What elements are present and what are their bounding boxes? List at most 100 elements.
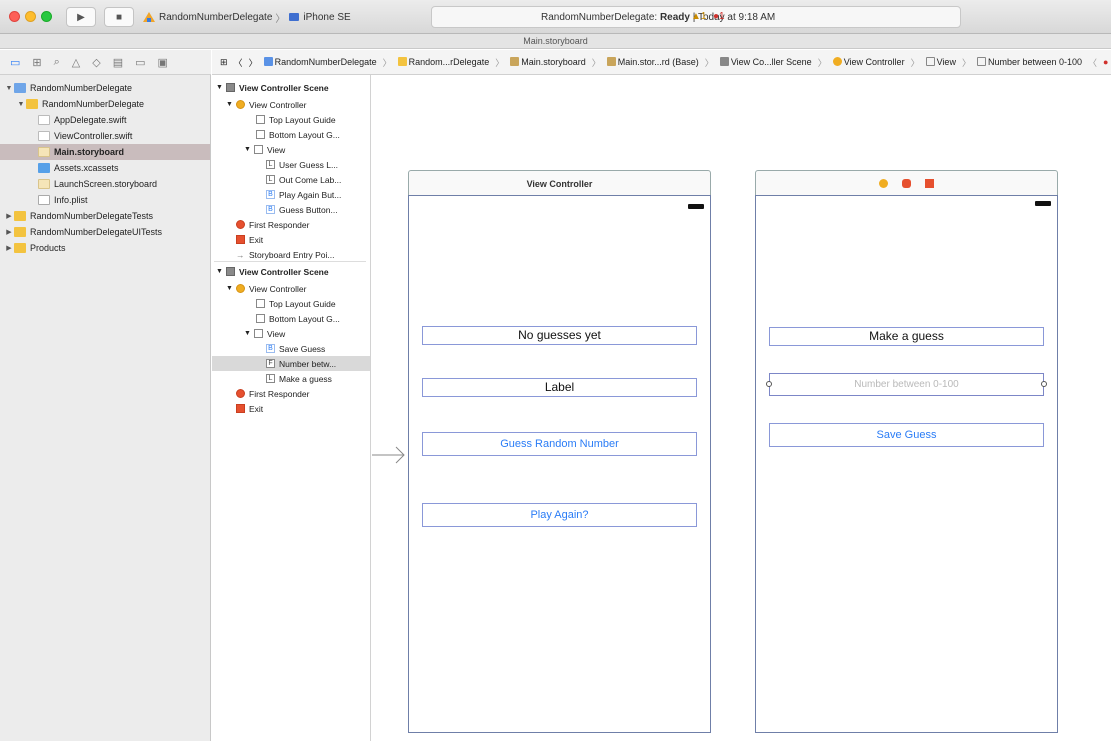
scheme-selector[interactable]: RandomNumberDelegate 〉 iPhone SE xyxy=(142,9,351,25)
vc1-view[interactable]: No guesses yet Label Guess Random Number… xyxy=(408,195,711,733)
storyboard-file-icon xyxy=(38,147,50,157)
editor-tab-title[interactable]: Main.storyboard xyxy=(0,34,1111,49)
disclosure-triangle-icon[interactable]: ▼ xyxy=(16,101,26,108)
navigator-item[interactable]: ViewController.swift xyxy=(0,128,210,144)
outline-first-responder-1[interactable]: First Responder xyxy=(236,217,309,232)
outline-bottom-guide-2[interactable]: Bottom Layout G... xyxy=(256,311,340,326)
run-button[interactable]: ▶ xyxy=(66,7,96,27)
disclosure-triangle-icon[interactable]: ▶ xyxy=(4,244,14,252)
jumpbar-item-scene[interactable]: View Co...ller Scene xyxy=(719,57,812,67)
play-again-button[interactable]: Play Again? xyxy=(422,503,697,527)
navigator-item-label: RandomNumberDelegateUITests xyxy=(30,227,163,237)
warning-badge[interactable]: ▲1 xyxy=(691,11,706,22)
outline-view-1[interactable]: ▼ View xyxy=(244,142,285,157)
first-responder-icon[interactable] xyxy=(902,178,911,188)
navigator-item[interactable]: Info.plist xyxy=(0,192,210,208)
disclosure-triangle-icon[interactable]: ▼ xyxy=(4,85,14,92)
no-guesses-label[interactable]: No guesses yet xyxy=(422,326,697,345)
outline-vc-2[interactable]: ▼ View Controller xyxy=(226,281,306,296)
close-window-button[interactable] xyxy=(9,11,20,22)
guess-random-number-button[interactable]: Guess Random Number xyxy=(422,432,697,456)
outline-item[interactable]: B Save Guess xyxy=(266,341,325,356)
vc2-title-bar[interactable] xyxy=(755,170,1058,196)
outcome-label[interactable]: Label xyxy=(422,378,697,397)
navigator-item[interactable]: Assets.xcassets xyxy=(0,160,210,176)
project-icon xyxy=(14,83,26,93)
minimize-window-button[interactable] xyxy=(25,11,36,22)
jumpbar-item-field[interactable]: Number between 0-100 xyxy=(976,57,1082,67)
forward-arrow-icon[interactable]: 〉 xyxy=(249,56,258,69)
entry-point-arrow-icon[interactable] xyxy=(372,445,408,465)
resize-handle-right[interactable] xyxy=(1041,381,1047,387)
outline-item[interactable]: B Play Again But... xyxy=(266,187,341,202)
jumpbar-item-base[interactable]: Main.stor...rd (Base) xyxy=(606,57,699,67)
status-text: RandomNumberDelegate: Ready | Today at 9… xyxy=(541,12,776,23)
outline-item-selected[interactable]: F Number betw... xyxy=(212,356,370,371)
outline-entry-point[interactable]: → Storyboard Entry Poi... xyxy=(236,247,335,262)
navigator-item[interactable]: ▼ RandomNumberDelegate xyxy=(0,96,210,112)
navigator-item[interactable]: ▶ RandomNumberDelegateTests xyxy=(0,208,210,224)
error-badge[interactable]: ●1 xyxy=(713,11,725,22)
source-control-icon[interactable]: ⊞ xyxy=(32,56,41,69)
back-arrow-icon[interactable]: 〈 xyxy=(234,56,243,69)
breakpoint-navigator-icon[interactable]: ▭ xyxy=(135,56,145,69)
outline-exit-2[interactable]: Exit xyxy=(236,401,263,416)
grid-icon[interactable]: ⊞ xyxy=(220,57,228,68)
stop-button[interactable]: ■ xyxy=(104,7,134,27)
outline-item[interactable]: L Make a guess xyxy=(266,371,332,386)
battery-icon xyxy=(688,204,704,209)
outline-item[interactable]: L Out Come Lab... xyxy=(266,172,341,187)
navigator-item[interactable]: AppDelegate.swift xyxy=(0,112,210,128)
outline-view-2[interactable]: ▼ View xyxy=(244,326,285,341)
outline-scene-2[interactable]: ▼ View Controller Scene xyxy=(216,264,329,279)
navigator-item[interactable]: ▼ RandomNumberDelegate xyxy=(0,80,210,96)
exit-icon xyxy=(236,235,245,244)
issue-back-icon[interactable]: 〈 xyxy=(1088,56,1097,69)
navigator-item[interactable]: Main.storyboard xyxy=(0,144,210,160)
error-dot-icon[interactable]: ● xyxy=(1103,57,1108,67)
outline-exit-1[interactable]: Exit xyxy=(236,232,263,247)
save-guess-button[interactable]: Save Guess xyxy=(769,423,1044,447)
vc1-title-bar[interactable]: View Controller xyxy=(408,170,711,196)
jumpbar-item-file[interactable]: Main.storyboard xyxy=(510,57,586,67)
jumpbar-item-project[interactable]: RandomNumberDelegate xyxy=(263,57,377,67)
xcode-window: ▶ ■ RandomNumberDelegate 〉 iPhone SE Ran… xyxy=(0,0,1111,741)
outline-divider xyxy=(214,261,366,262)
make-guess-label[interactable]: Make a guess xyxy=(769,327,1044,346)
outline-item[interactable]: L User Guess L... xyxy=(266,157,338,172)
issue-navigator-icon[interactable]: △ xyxy=(72,56,80,69)
first-responder-icon xyxy=(236,220,245,229)
number-text-field[interactable]: Number between 0-100 xyxy=(769,373,1044,396)
jumpbar-item-vc[interactable]: View Controller xyxy=(832,57,905,67)
zoom-window-button[interactable] xyxy=(41,11,52,22)
outline-vc-1[interactable]: ▼ View Controller xyxy=(226,97,306,112)
outline-item[interactable]: B Guess Button... xyxy=(266,202,338,217)
storyboard-canvas[interactable]: View Controller No guesses yet Label Gue… xyxy=(372,75,1111,741)
report-navigator-icon[interactable]: ▣ xyxy=(158,56,168,69)
debug-navigator-icon[interactable]: ▤ xyxy=(113,56,123,69)
activity-status-bar: RandomNumberDelegate: Ready | Today at 9… xyxy=(431,6,961,28)
disclosure-triangle-icon[interactable]: ▶ xyxy=(4,212,14,220)
find-navigator-icon[interactable]: ⌕ xyxy=(54,56,60,69)
first-responder-icon xyxy=(236,389,245,398)
disclosure-triangle-icon[interactable]: ▶ xyxy=(4,228,14,236)
text-field-icon: F xyxy=(266,359,275,368)
device-name[interactable]: iPhone SE xyxy=(303,12,350,23)
view-icon xyxy=(254,329,263,338)
outline-first-responder-2[interactable]: First Responder xyxy=(236,386,309,401)
outline-scene-1[interactable]: ▼ View Controller Scene xyxy=(216,80,329,95)
navigator-item[interactable]: LaunchScreen.storyboard xyxy=(0,176,210,192)
navigator-item[interactable]: ▶ Products xyxy=(0,240,210,256)
jumpbar-item-view[interactable]: View xyxy=(925,57,956,67)
test-navigator-icon[interactable]: ◇ xyxy=(92,56,100,69)
jumpbar-item-group[interactable]: Random...rDelegate xyxy=(397,57,489,67)
resize-handle-left[interactable] xyxy=(766,381,772,387)
exit-icon[interactable] xyxy=(925,178,934,188)
vc2-view[interactable]: Make a guess Number between 0-100 Save G… xyxy=(755,195,1058,733)
outline-bottom-guide-1[interactable]: Bottom Layout G... xyxy=(256,127,340,142)
outline-top-guide-1[interactable]: Top Layout Guide xyxy=(256,112,336,127)
project-navigator-icon[interactable]: ▭ xyxy=(10,56,20,69)
navigator-item[interactable]: ▶ RandomNumberDelegateUITests xyxy=(0,224,210,240)
view-controller-icon[interactable] xyxy=(879,178,888,188)
outline-top-guide-2[interactable]: Top Layout Guide xyxy=(256,296,336,311)
